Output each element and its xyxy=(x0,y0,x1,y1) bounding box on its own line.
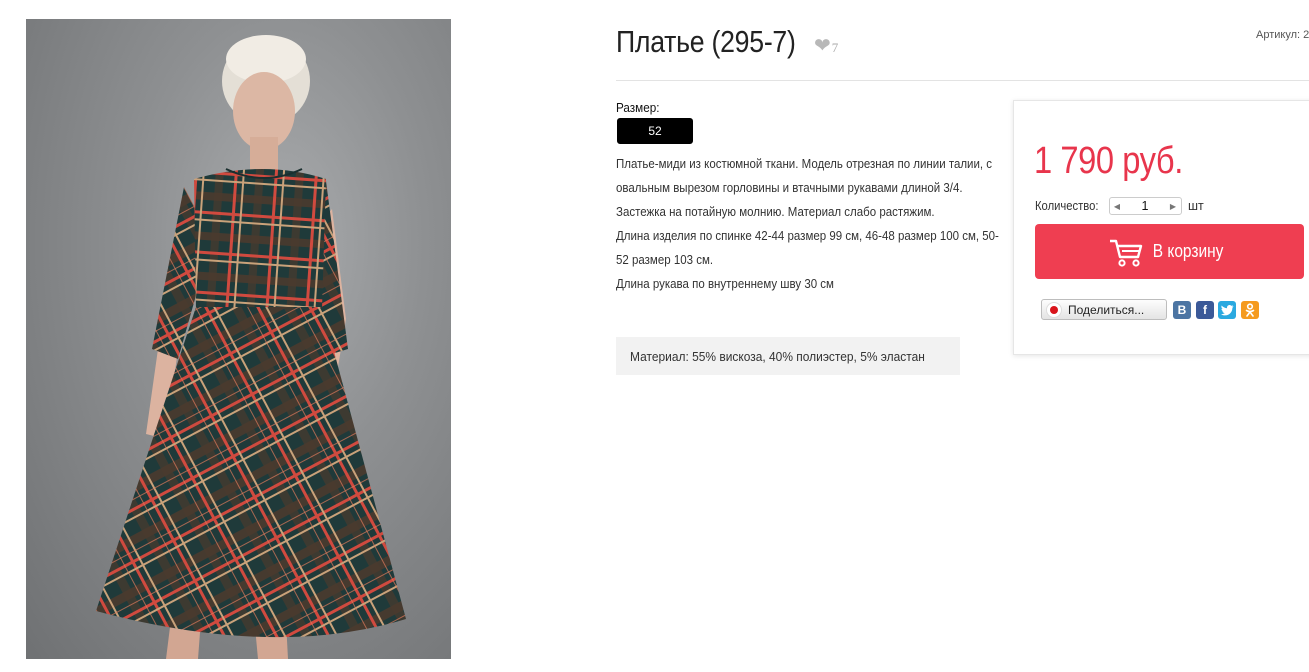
description-paragraph: Длина изделия по спинке 42-44 размер 99 … xyxy=(616,229,999,267)
divider xyxy=(616,80,1309,81)
decrement-arrow-icon[interactable]: ◀ xyxy=(1110,202,1124,211)
twitter-bird-icon xyxy=(1220,304,1233,315)
quantity-label: Количество: xyxy=(1035,199,1099,213)
vk-share-icon[interactable]: B xyxy=(1173,301,1191,319)
size-label: Размер: xyxy=(616,100,660,115)
quantity-stepper: ◀ ▶ xyxy=(1109,197,1182,215)
quantity-input[interactable] xyxy=(1124,199,1166,213)
model-illustration xyxy=(96,35,406,659)
article-number: Артикул: 29 xyxy=(1256,29,1309,41)
material-box: Материал: 55% вискоза, 40% полиэстер, 5%… xyxy=(616,337,960,375)
share-icon xyxy=(1046,301,1062,318)
twitter-share-icon[interactable] xyxy=(1218,301,1236,319)
material-text: Материал: 55% вискоза, 40% полиэстер, 5%… xyxy=(630,348,925,364)
heart-icon[interactable]: ❤ xyxy=(814,36,831,56)
favorite-button[interactable]: ❤ 7 xyxy=(814,36,838,56)
product-title: Платье (295-7) xyxy=(616,24,796,59)
price: 1 790 руб. xyxy=(1034,140,1183,182)
product-photo[interactable] xyxy=(26,19,451,659)
description-paragraph: Длина рукава по внутреннему шву 30 см xyxy=(616,277,834,291)
add-to-cart-label: В корзину xyxy=(1153,241,1224,261)
description-paragraph: Платье-миди из костюмной ткани. Модель о… xyxy=(616,157,993,219)
size-option-selected[interactable]: 52 xyxy=(617,118,693,144)
increment-arrow-icon[interactable]: ▶ xyxy=(1166,202,1180,211)
odnoklassniki-share-icon[interactable] xyxy=(1241,301,1259,319)
product-description: Платье-миди из костюмной ткани. Модель о… xyxy=(616,152,1001,296)
cart-icon xyxy=(1110,239,1143,267)
facebook-share-icon[interactable]: f xyxy=(1196,301,1214,319)
favorites-count: 7 xyxy=(831,40,839,55)
odnoklassniki-icon xyxy=(1245,303,1255,317)
quantity-unit: шт xyxy=(1188,199,1204,213)
share-label: Поделиться... xyxy=(1068,302,1145,317)
add-to-cart-button[interactable]: В корзину xyxy=(1035,224,1304,279)
share-button[interactable]: Поделиться... xyxy=(1041,299,1167,320)
